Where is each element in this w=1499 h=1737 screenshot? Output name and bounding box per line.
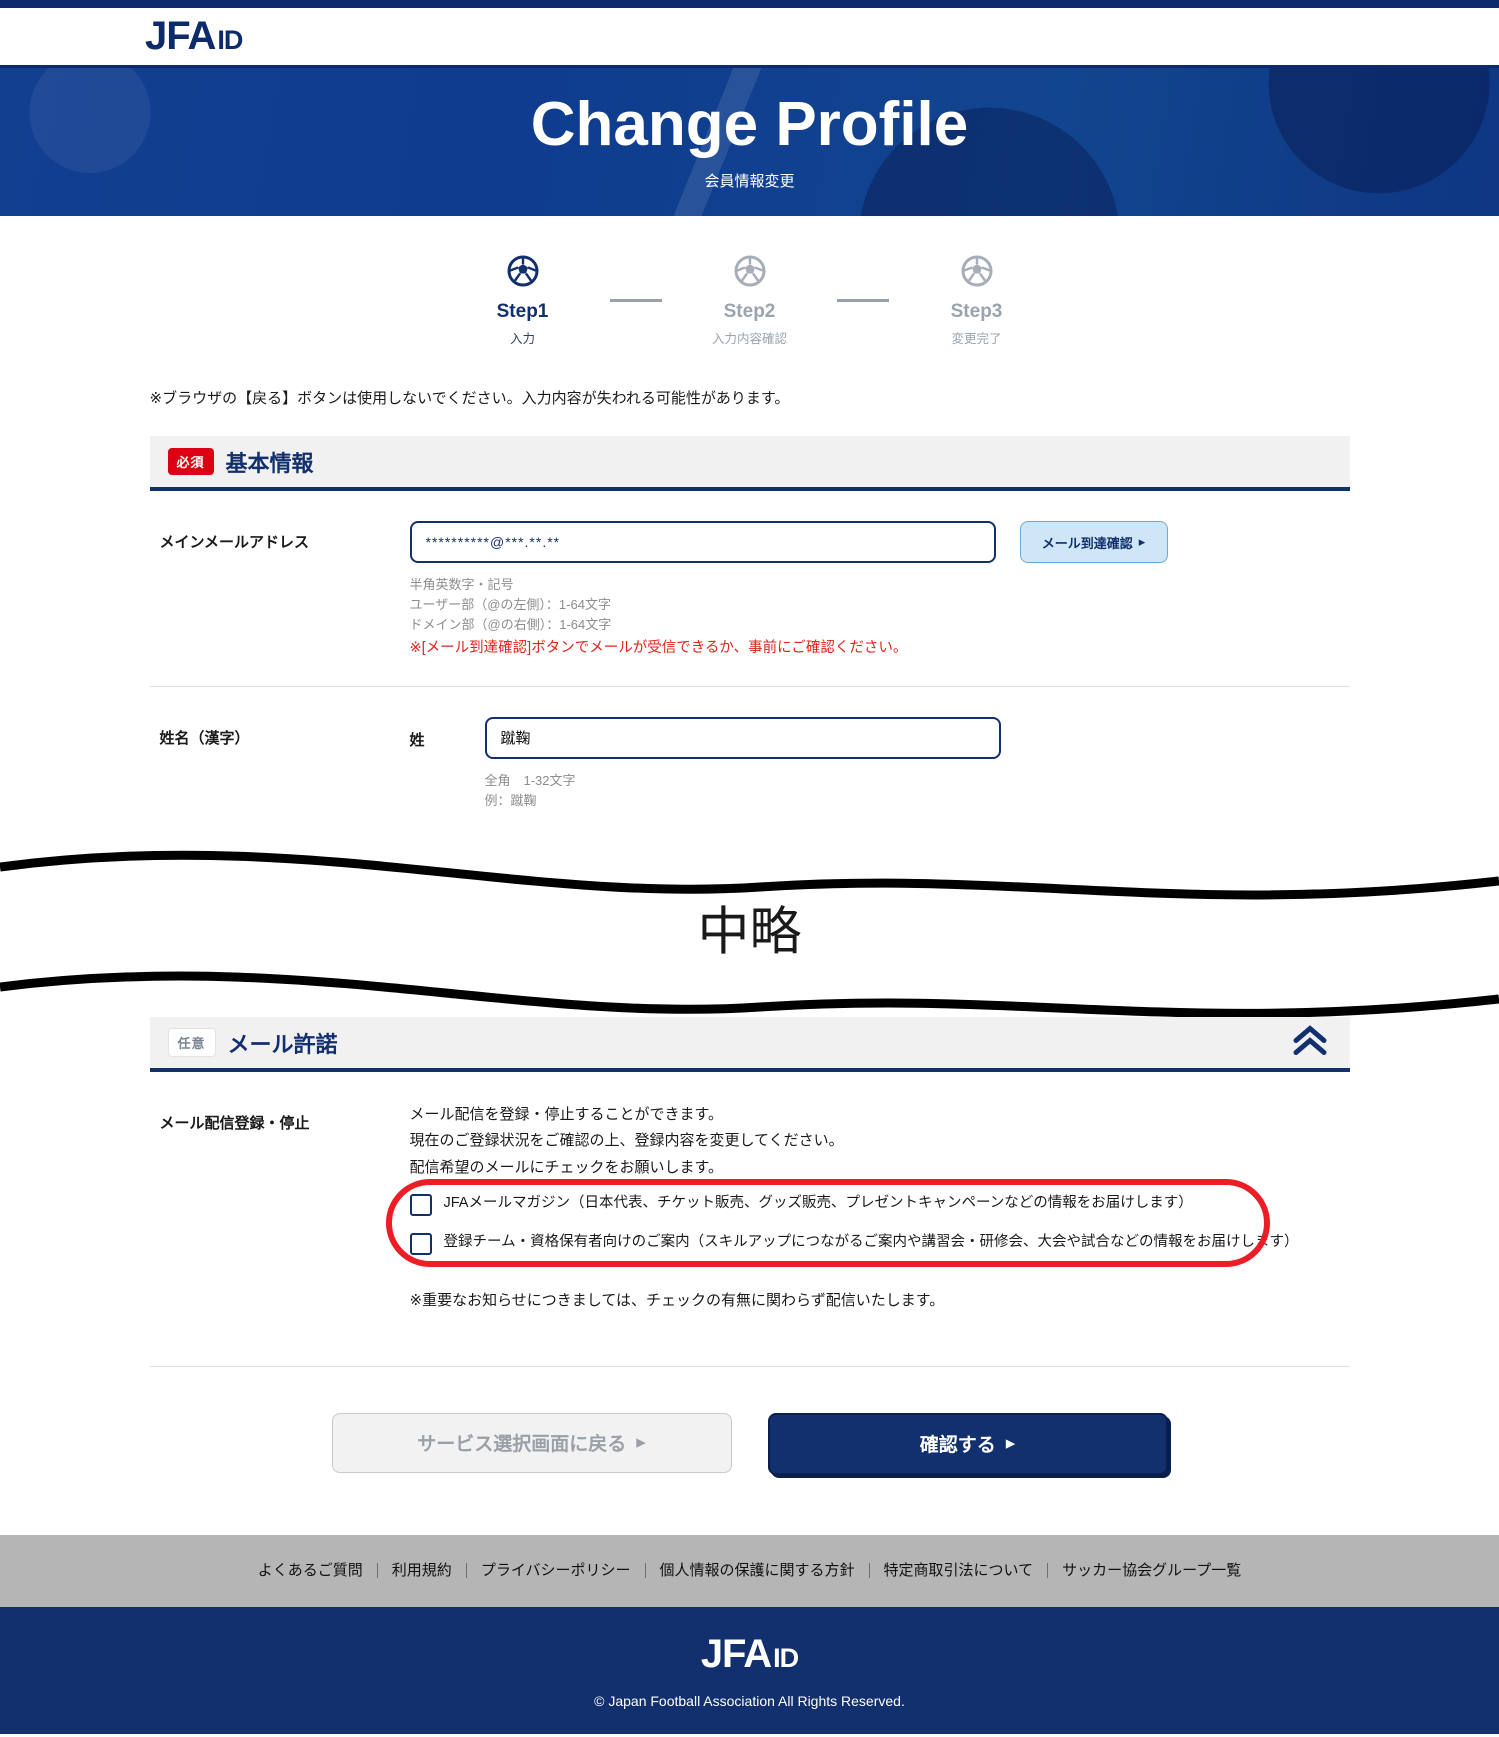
label-name-kanji: 姓名（漢字）	[159, 729, 250, 747]
page-hero: Change Profile 会員情報変更	[0, 68, 1499, 216]
step-item-2: Step2 入力内容確認	[662, 254, 837, 347]
footer-link-privacy-policy[interactable]: プライバシーポリシー	[467, 1563, 646, 1579]
content-wrap: ※ブラウザの【戻る】ボタンは使用しないでください。入力内容が失われる可能性があり…	[149, 387, 1350, 837]
page-subtitle: 会員情報変更	[704, 172, 795, 190]
footer-link-faq[interactable]: よくあるご質問	[244, 1563, 378, 1579]
chevron-right-icon: ▸	[1138, 534, 1146, 549]
mail-important-note: ※重要なお知らせにつきましては、チェックの有無に関わらず配信いたします。	[409, 1291, 945, 1309]
step-item-1: Step1 入力	[435, 254, 610, 347]
confirm-button[interactable]: 確認する ▸	[767, 1412, 1168, 1475]
checkbox-label-team-qualification-info: 登録チーム・資格保有者向けのご案内（スキルアップにつながるご案内や講習会・研修会…	[443, 1233, 1299, 1250]
required-badge: 必須	[167, 448, 214, 475]
footer-link-commercial-transactions[interactable]: 特定商取引法について	[870, 1563, 1049, 1579]
step-connector-2	[837, 299, 889, 302]
soccer-ball-icon	[889, 254, 1064, 293]
browser-back-notice: ※ブラウザの【戻る】ボタンは使用しないでください。入力内容が失われる可能性があり…	[149, 390, 790, 407]
page-root: JFA ID Change Profile 会員情報変更 Step1 入力 St…	[0, 0, 1499, 1734]
checkbox-team-qualification-info[interactable]	[409, 1232, 432, 1255]
step-sub-1: 入力	[509, 332, 535, 346]
mail-delivery-check-button[interactable]: メール到達確認 ▸	[1019, 521, 1168, 563]
chevron-right-icon: ▸	[636, 1432, 646, 1454]
section-title-basic-info: 基本情報	[225, 450, 314, 476]
label-surname: 姓	[409, 731, 425, 749]
footer-link-personal-info-policy[interactable]: 個人情報の保護に関する方針	[646, 1563, 870, 1579]
step-connector-1	[610, 299, 662, 302]
name-row-body: 全角 1-32文字 例：蹴鞠	[484, 716, 1340, 811]
footer-link-association-group-list[interactable]: サッカー協会グループ一覧	[1048, 1563, 1255, 1578]
checkbox-jfa-magazine[interactable]	[409, 1193, 432, 1216]
section-header-basic-info: 必須 基本情報	[149, 436, 1350, 491]
checkbox-row-team-info[interactable]: 登録チーム・資格保有者向けのご案内（スキルアップにつながるご案内や講習会・研修会…	[409, 1224, 1340, 1263]
chevron-right-icon: ▸	[1005, 1433, 1016, 1455]
checkbox-row-magazine[interactable]: JFAメールマガジン（日本代表、チケット販売、グッズ販売、プレゼントキャンペーン…	[409, 1185, 1340, 1224]
form-row-name-kanji: 姓名（漢字） 姓 全角 1-32文字 例：蹴鞠	[150, 687, 1350, 837]
main-email-input[interactable]	[409, 521, 996, 563]
action-button-row: サービス選択画面に戻る ▸ 確認する ▸	[149, 1365, 1350, 1535]
copyright-text: © Japan Football Association All Rights …	[594, 1692, 905, 1709]
step-label-1: Step1	[496, 301, 549, 322]
footer-link-terms[interactable]: 利用規約	[378, 1563, 467, 1579]
section-title-mail-permission: メール許諾	[227, 1031, 338, 1057]
mail-delivery-check-label: メール到達確認	[1041, 535, 1133, 551]
step-indicator: Step1 入力 Step2 入力内容確認 Step3 変更完了	[0, 216, 1499, 347]
mail-intro-1: メール配信を登録・停止することができます。	[409, 1106, 724, 1124]
step-label-2: Step2	[723, 301, 776, 322]
mail-checkbox-group: JFAメールマガジン（日本代表、チケット販売、グッズ販売、プレゼントキャンペーン…	[385, 1178, 1340, 1267]
email-warning-text: ※[メール到達確認]ボタンでメールが受信できるか、事前にご確認ください。	[409, 640, 908, 657]
checkbox-label-jfa-magazine: JFAメールマガジン（日本代表、チケット販売、グッズ販売、プレゼントキャンペーン…	[443, 1194, 1193, 1211]
footer-jfa-id-logo: JFA ID	[700, 1631, 799, 1677]
chevron-up-double-icon[interactable]	[1290, 1023, 1330, 1062]
email-row-body: メール到達確認 ▸ 半角英数字・記号 ユーザー部（@の左側）：1-64文字 ドメ…	[409, 521, 1340, 660]
surname-kanji-input[interactable]	[484, 716, 1001, 759]
mail-intro-3: 配信希望のメールにチェックをお願いします。	[409, 1158, 724, 1176]
site-footer: JFA ID © Japan Football Association All …	[0, 1606, 1499, 1734]
form-row-mail-subscription: メール配信登録・停止 メール配信を登録・停止することができます。 現在のご登録状…	[150, 1072, 1350, 1336]
email-hint-1: 半角英数字・記号	[409, 577, 514, 592]
back-button-label: サービス選択画面に戻る	[417, 1434, 627, 1456]
site-header: JFA ID	[0, 8, 1499, 68]
footer-logo-jfa-text: JFA	[700, 1631, 772, 1676]
top-accent-bar	[0, 0, 1499, 8]
mail-subscription-body: メール配信を登録・停止することができます。 現在のご登録状況をご確認の上、登録内…	[385, 1102, 1340, 1310]
section-header-mail-permission: 任意 メール許諾	[149, 1017, 1350, 1073]
content-wrap-2: 任意 メール許諾 メール配信登録・停止 メール配信を登録・停止することができます…	[149, 1017, 1350, 1535]
soccer-ball-icon	[662, 254, 837, 293]
email-field-line: メール到達確認 ▸	[409, 521, 1340, 563]
name-hint-1: 全角 1-32文字	[484, 772, 576, 788]
page-title: Change Profile	[530, 89, 969, 159]
footer-logo-id-text: ID	[773, 1642, 799, 1673]
jfa-id-logo[interactable]: JFA ID	[145, 14, 243, 59]
confirm-button-label: 確認する	[919, 1435, 996, 1457]
omission-label: 中略	[697, 902, 802, 963]
email-hint-3: ドメイン部（@の右側）：1-64文字	[409, 617, 612, 633]
back-to-service-selection-button[interactable]: サービス選択画面に戻る ▸	[331, 1412, 732, 1473]
step-sub-2: 入力内容確認	[711, 332, 787, 346]
optional-badge: 任意	[167, 1028, 216, 1058]
step-sub-3: 変更完了	[951, 332, 1002, 346]
step-label-3: Step3	[950, 301, 1003, 322]
email-hint-2: ユーザー部（@の左側）：1-64文字	[409, 597, 611, 613]
soccer-ball-icon	[435, 254, 610, 293]
logo-id-text: ID	[217, 25, 243, 55]
mail-intro-2: 現在のご登録状況をご確認の上、登録内容を変更してください。	[409, 1132, 844, 1150]
label-main-email: メインメールアドレス	[159, 534, 310, 551]
omission-divider: 中略	[0, 837, 1499, 1018]
form-row-email: メインメールアドレス メール到達確認 ▸ 半角英数字・記号 ユーザー部（@の左側…	[149, 491, 1350, 687]
name-hint-2: 例：蹴鞠	[484, 793, 537, 809]
footer-links: よくあるご質問 利用規約 プライバシーポリシー 個人情報の保護に関する方針 特定…	[0, 1534, 1499, 1607]
step-item-3: Step3 変更完了	[889, 254, 1064, 347]
label-mail-subscription: メール配信登録・停止	[159, 1115, 310, 1133]
logo-jfa-text: JFA	[145, 14, 216, 58]
